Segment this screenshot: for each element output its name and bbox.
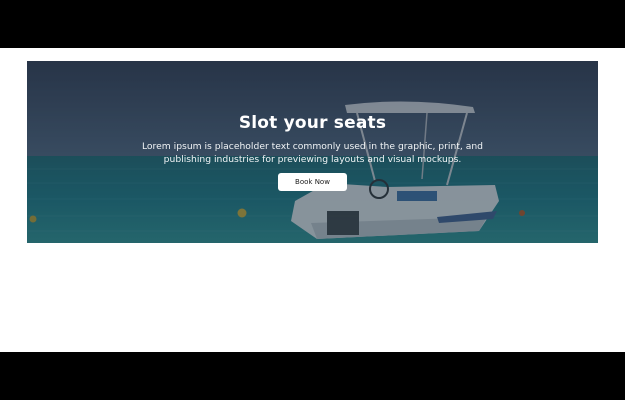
banner-description: Lorem ipsum is placeholder text commonly… [141,141,484,165]
book-now-button[interactable]: Book Now [278,173,347,191]
banner-title: Slot your seats [238,113,387,133]
banner-content: Slot your seats Lorem ipsum is placehold… [27,61,598,243]
hero-banner: Slot your seats Lorem ipsum is placehold… [27,61,598,243]
